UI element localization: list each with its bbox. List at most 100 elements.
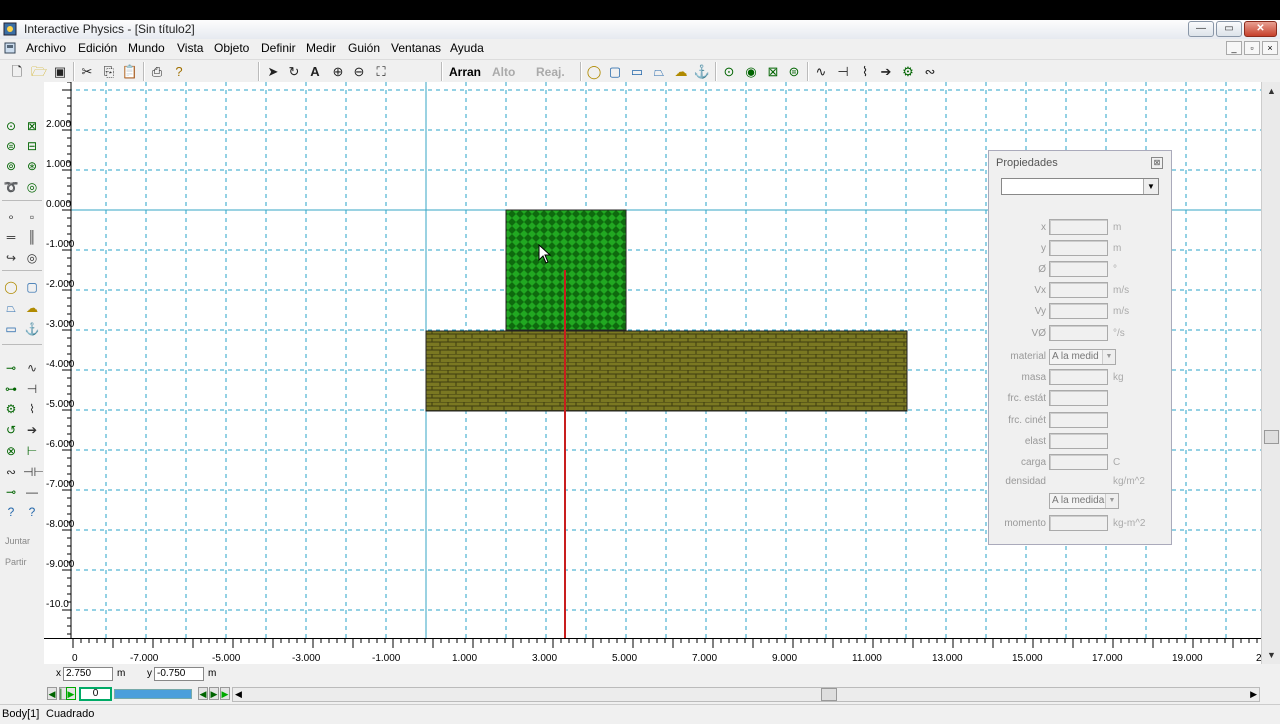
open-folder-icon[interactable]: 🗁 (30, 63, 48, 80)
prop-3-field[interactable] (1049, 282, 1108, 298)
slot-element-icon[interactable]: ⊜ (2, 138, 20, 154)
curve-icon[interactable]: ↪ (2, 250, 20, 266)
curved-slot-icon[interactable]: ➰ (2, 179, 20, 195)
pulley-icon[interactable]: ⊶ (2, 381, 20, 397)
density-select[interactable]: A la medida ▼ (1049, 493, 1119, 509)
chevron-down-icon[interactable]: ▼ (1143, 179, 1158, 194)
circle-body-icon[interactable]: ◯ (2, 279, 20, 295)
mdi-restore-button[interactable]: ▫ (1244, 41, 1260, 55)
chevron-down-icon[interactable]: ▼ (1102, 350, 1115, 364)
new-file-icon[interactable]: 🗋 (8, 63, 26, 80)
prop2-3-field[interactable] (1049, 433, 1108, 449)
menu-guion[interactable]: Guión (348, 41, 380, 55)
damper-tool-icon[interactable]: ⊣ (834, 63, 852, 80)
slot-square-icon[interactable]: ⊟ (23, 138, 41, 154)
scroll-left-icon[interactable]: ◀ (235, 688, 242, 701)
rotate-tool-icon[interactable]: ↻ (285, 63, 303, 80)
y-coord-field[interactable]: -0.750 (154, 667, 204, 681)
scroll-right-icon[interactable]: ▶ (1250, 688, 1257, 701)
slot-joint-tool-icon[interactable]: ⊜ (785, 63, 803, 80)
close-button[interactable]: ✕ (1244, 21, 1277, 37)
prop-0-field[interactable] (1049, 219, 1108, 235)
polygon-tool-icon[interactable]: ⏢ (650, 63, 668, 80)
copy-icon[interactable]: ⎘ (100, 63, 118, 80)
point-element-icon[interactable]: ⊙ (2, 118, 20, 134)
vertical-slot-icon[interactable]: ║ (23, 229, 41, 245)
ring-icon[interactable]: ◎ (23, 250, 41, 266)
moment-field[interactable] (1049, 515, 1108, 531)
help-icon[interactable]: ? (170, 63, 188, 80)
square-small-icon[interactable]: ▫ (23, 209, 41, 225)
menu-definir[interactable]: Definir (261, 41, 296, 55)
pin-joint-tool-icon[interactable]: ◉ (742, 63, 760, 80)
document-icon[interactable] (3, 41, 17, 55)
scroll-down-icon[interactable]: ▼ (1264, 648, 1279, 662)
save-icon[interactable]: ▣ (51, 63, 69, 80)
split-button[interactable]: Partir (5, 557, 27, 567)
vertical-scroll-thumb[interactable] (1264, 430, 1279, 444)
spring-icon[interactable]: ∿ (23, 360, 41, 376)
end-button[interactable]: ▶ (220, 687, 230, 700)
material-select[interactable]: A la medid ▼ (1049, 349, 1116, 365)
spring-tool-icon[interactable]: ∿ (812, 63, 830, 80)
object-select[interactable]: ▼ (1001, 178, 1159, 195)
force-tool-icon[interactable]: ➔ (877, 63, 895, 80)
properties-close-icon[interactable]: ⊠ (1151, 157, 1163, 169)
frame-slider[interactable] (114, 689, 192, 699)
polygon-body-icon[interactable]: ⏢ (2, 300, 20, 316)
play-button[interactable]: ▶ (66, 687, 76, 700)
box-tool-icon[interactable]: ▭ (628, 63, 646, 80)
motor-tool-icon[interactable]: ⚙ (899, 63, 917, 80)
minimize-button[interactable]: — (1188, 21, 1214, 37)
menu-ayuda[interactable]: Ayuda (450, 41, 484, 55)
vertical-scrollbar[interactable]: ▲ ▼ (1261, 82, 1280, 664)
menu-objeto[interactable]: Objeto (214, 41, 249, 55)
force-icon[interactable]: ➔ (23, 422, 41, 438)
motor-icon[interactable]: ↺ (2, 422, 20, 438)
zoom-fit-icon[interactable]: ⛶ (372, 63, 390, 80)
rope-curve-icon[interactable]: ∾ (2, 464, 20, 480)
anchor-icon[interactable]: ⚓ (23, 321, 41, 337)
fast-forward-button[interactable]: ▶ (209, 687, 219, 700)
curved-body-tool-icon[interactable]: ☁ (672, 63, 690, 80)
reset-button[interactable]: Reaj. (536, 65, 565, 79)
circle-tool-icon[interactable]: ◯ (585, 63, 603, 80)
print-icon[interactable]: ⎙ (148, 63, 166, 80)
maximize-button[interactable]: ▭ (1216, 21, 1242, 37)
rope-icon[interactable]: ⊸ (2, 360, 20, 376)
keyed-slot-icon[interactable]: ⊚ (2, 158, 20, 174)
stop-button[interactable]: Alto (492, 65, 515, 79)
frame-counter[interactable]: 0 (79, 687, 112, 701)
mdi-minimize-button[interactable]: _ (1226, 41, 1242, 55)
anchor-tool-icon[interactable]: ⚓ (693, 63, 711, 80)
scroll-up-icon[interactable]: ▲ (1264, 84, 1279, 98)
prop-2-field[interactable] (1049, 261, 1108, 277)
pointer-tool-icon[interactable]: ➤ (264, 63, 282, 80)
prop2-1-field[interactable] (1049, 390, 1108, 406)
prop-4-field[interactable] (1049, 303, 1108, 319)
point-tool-icon[interactable]: ⊙ (720, 63, 738, 80)
torque-icon[interactable]: ⊸ (2, 484, 20, 500)
chevron-down-icon[interactable]: ▼ (1105, 494, 1118, 508)
help-body-icon[interactable]: ? (23, 504, 41, 520)
horizontal-scroll-thumb[interactable] (821, 688, 837, 701)
square-body-icon[interactable]: ▢ (23, 279, 41, 295)
join-button[interactable]: Juntar (5, 536, 30, 546)
run-button[interactable]: Arran (449, 65, 481, 79)
step-forward-button[interactable]: ◀ (198, 687, 208, 700)
square-joint-tool-icon[interactable]: ⊠ (764, 63, 782, 80)
prop-5-field[interactable] (1049, 325, 1108, 341)
spring-damper-tool-icon[interactable]: ⌇ (856, 63, 874, 80)
menu-edicion[interactable]: Edición (78, 41, 117, 55)
square-point-icon[interactable]: ⊠ (23, 118, 41, 134)
cut-icon[interactable]: ✂ (78, 63, 96, 80)
rectangle-tool-icon[interactable]: ▢ (606, 63, 624, 80)
rewind-button[interactable]: ◀ (47, 687, 57, 700)
rope-tool-icon[interactable]: ∾ (921, 63, 939, 80)
prop2-4-field[interactable] (1049, 454, 1108, 470)
damper-icon[interactable]: ⊣ (23, 381, 41, 397)
linear-actuator-icon[interactable]: ⊢ (23, 443, 41, 459)
zoom-out-icon[interactable]: ⊖ (350, 63, 368, 80)
gear-icon[interactable]: ⚙ (2, 401, 20, 417)
rigid-joint-icon[interactable]: ⊛ (23, 158, 41, 174)
